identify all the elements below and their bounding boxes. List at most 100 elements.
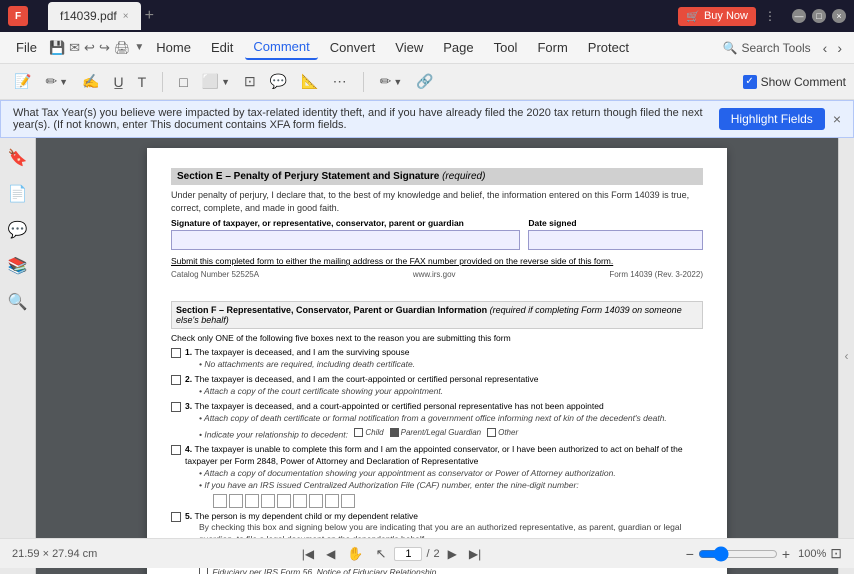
edit-btn[interactable]: ✏▼ <box>374 69 409 94</box>
pdf-content[interactable]: Section E – Penalty of Perjury Statement… <box>36 138 838 574</box>
first-page-btn[interactable]: |◀ <box>298 545 318 563</box>
save-icon[interactable]: 💾 <box>49 40 65 56</box>
menu-view[interactable]: View <box>387 36 431 59</box>
caf-6[interactable] <box>293 494 307 508</box>
hand-tool-icon[interactable]: ✋ <box>347 546 363 562</box>
page-number-input[interactable] <box>394 547 422 561</box>
fit-page-btn[interactable]: ⊡ <box>830 545 842 562</box>
caf-2[interactable] <box>229 494 243 508</box>
select-tool-icon[interactable]: ↖ <box>376 546 387 562</box>
link-btn[interactable]: 🔗 <box>410 69 439 94</box>
next-page-btn[interactable]: ▶ <box>444 545 461 563</box>
menu-comment[interactable]: Comment <box>245 35 317 60</box>
parent-option-3[interactable]: Parent/Legal Guardian <box>390 427 482 438</box>
zoom-out-btn[interactable]: − <box>686 546 694 562</box>
page-nav-controls: |◀ ◀ ✋ ↖ / 2 ▶ ▶| <box>298 545 485 563</box>
menu-edit[interactable]: Edit <box>203 36 241 59</box>
more-options-icon[interactable]: ⋮ <box>764 9 776 23</box>
pdf-tab[interactable]: f14039.pdf × <box>48 2 141 30</box>
dropdown-icon[interactable]: ▼ <box>134 42 144 53</box>
zoom-slider[interactable] <box>698 546 778 562</box>
other-checkbox-3[interactable] <box>487 428 496 437</box>
sidebar-thumbnail-icon[interactable]: 📄 <box>6 182 30 206</box>
child-checkbox[interactable] <box>354 428 363 437</box>
menu-file[interactable]: File <box>8 36 45 59</box>
link-icon: 🔗 <box>416 73 433 90</box>
menu-protect[interactable]: Protect <box>580 36 637 59</box>
print-icon[interactable]: 🖨 <box>114 40 131 56</box>
checkbox-3[interactable] <box>171 402 181 412</box>
other-option-3[interactable]: Other <box>487 427 518 438</box>
caf-3[interactable] <box>245 494 259 508</box>
text-btn[interactable]: T <box>132 70 153 94</box>
undo-icon[interactable]: ↩ <box>84 40 95 56</box>
toolbar-comment-tools: 📝 ✏▼ ✍ U̲ T <box>8 69 152 94</box>
form-ref: Form 14039 (Rev. 3-2022) <box>609 270 703 279</box>
minimize-button[interactable]: — <box>792 9 806 23</box>
caf-5[interactable] <box>277 494 291 508</box>
caf-1[interactable] <box>213 494 227 508</box>
prev-page-btn[interactable]: ◀ <box>322 545 339 563</box>
new-tab-btn[interactable]: + <box>145 7 154 25</box>
sidebar-comment-icon[interactable]: 💬 <box>6 218 30 242</box>
menu-home[interactable]: Home <box>148 36 199 59</box>
textbox-btn[interactable]: ⊡ <box>238 69 262 94</box>
page-separator: / <box>426 548 429 560</box>
show-comment-button[interactable]: ✓ Show Comment <box>743 75 846 89</box>
menu-tool[interactable]: Tool <box>486 36 526 59</box>
highlight-btn[interactable]: ✏▼ <box>39 69 74 94</box>
back-button[interactable]: ‹ <box>819 38 832 58</box>
search-tools-label: Search Tools <box>742 41 811 55</box>
info-bar-text: What Tax Year(s) you believe were impact… <box>13 107 719 131</box>
measure-btn[interactable]: 📐 <box>295 69 324 94</box>
sidebar-layers-icon[interactable]: 📚 <box>6 254 30 278</box>
bullet-3b: • Indicate your relationship to decedent… <box>199 425 703 441</box>
forward-button[interactable]: › <box>833 38 846 58</box>
right-sidebar: ‹ <box>838 138 854 574</box>
more-tools-btn[interactable]: ⋯ <box>327 69 353 94</box>
sticky-note-btn[interactable]: 📝 <box>8 69 37 94</box>
menu-page[interactable]: Page <box>435 36 481 59</box>
checkbox-2[interactable] <box>171 375 181 385</box>
caf-7[interactable] <box>309 494 323 508</box>
sidebar-search-icon[interactable]: 🔍 <box>6 290 30 314</box>
menu-form[interactable]: Form <box>529 36 575 59</box>
info-bar: What Tax Year(s) you believe were impact… <box>0 100 854 138</box>
zoom-in-btn[interactable]: + <box>782 546 790 562</box>
email-icon[interactable]: ✉ <box>69 40 80 56</box>
parent-checkbox-3[interactable] <box>390 428 399 437</box>
stamp-btn[interactable]: ⬜▼ <box>196 69 236 94</box>
caf-9[interactable] <box>341 494 355 508</box>
caf-4[interactable] <box>261 494 275 508</box>
rectangle-btn[interactable]: □ <box>173 70 193 94</box>
child-option[interactable]: Child <box>354 427 383 438</box>
sidebar-bookmark-icon[interactable]: 🔖 <box>6 146 30 170</box>
checkbox-4[interactable] <box>171 445 181 455</box>
redo-icon[interactable]: ↪ <box>99 40 110 56</box>
check-item-4: 4. The taxpayer is unable to complete th… <box>171 444 703 508</box>
menu-convert[interactable]: Convert <box>322 36 384 59</box>
checkbox-5[interactable] <box>171 512 181 522</box>
info-bar-close-button[interactable]: × <box>833 111 841 127</box>
signature-field-container: Signature of taxpayer, or representative… <box>171 218 520 250</box>
caf-8[interactable] <box>325 494 339 508</box>
buy-now-button[interactable]: 🛒 Buy Now <box>678 7 756 26</box>
close-button[interactable]: × <box>832 9 846 23</box>
maximize-button[interactable]: □ <box>812 9 826 23</box>
section-e-header: Section E – Penalty of Perjury Statement… <box>171 168 703 185</box>
right-expand-btn[interactable]: ‹ <box>845 349 849 363</box>
check-item-3: 3. The taxpayer is deceased, and a court… <box>171 401 703 441</box>
dropdown-arrow3: ▼ <box>393 77 402 87</box>
signature-field[interactable] <box>171 230 520 250</box>
tab-close-btn[interactable]: × <box>123 11 129 22</box>
highlight-fields-button[interactable]: Highlight Fields <box>719 108 825 130</box>
last-page-btn[interactable]: ▶| <box>465 545 485 563</box>
pencil-icon: ✏ <box>380 73 392 90</box>
date-field[interactable] <box>528 230 703 250</box>
checkbox-1[interactable] <box>171 348 181 358</box>
callout-btn[interactable]: 💬 <box>264 69 293 94</box>
underline-btn[interactable]: U̲ <box>108 70 130 94</box>
check-item-2: 2. The taxpayer is deceased, and I am th… <box>171 374 703 398</box>
signature-btn[interactable]: ✍ <box>76 69 105 94</box>
pdf-page: Section E – Penalty of Perjury Statement… <box>147 148 727 574</box>
